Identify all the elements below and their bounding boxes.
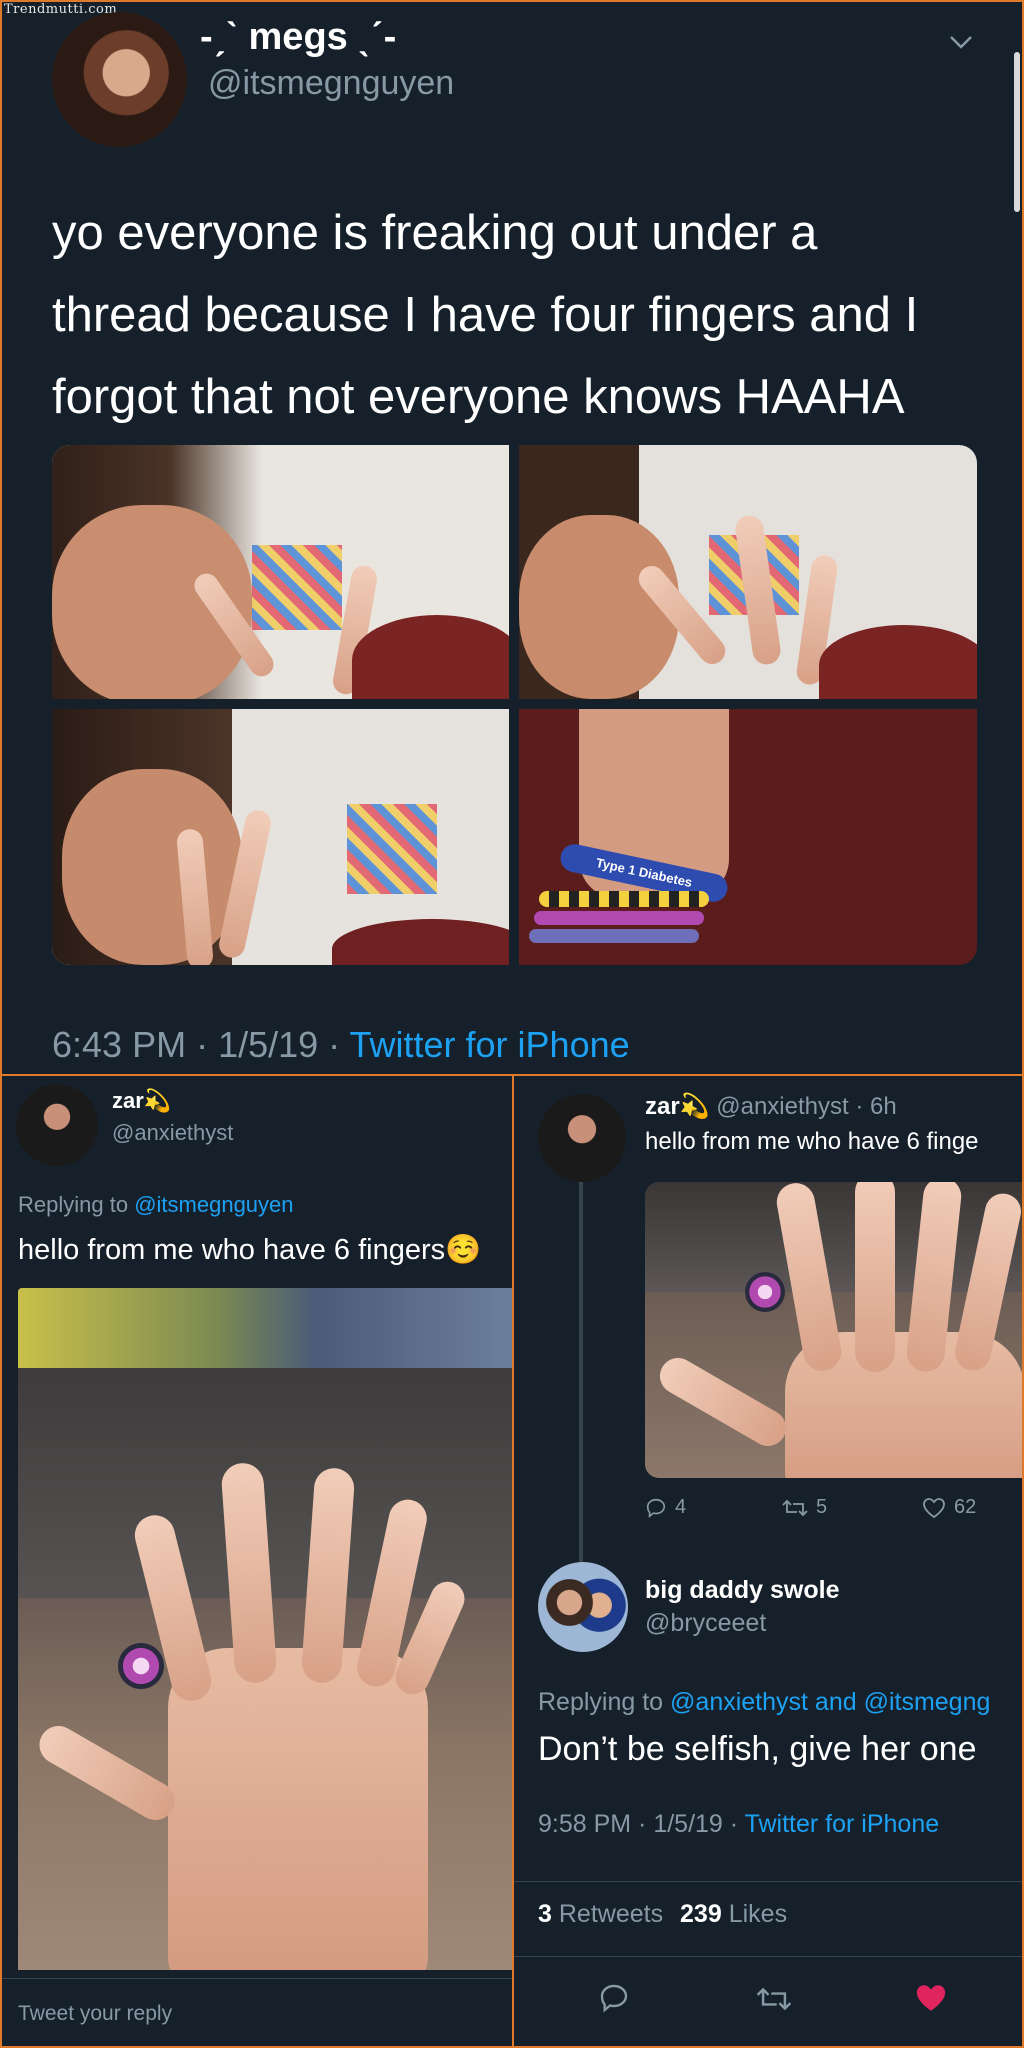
user-handle[interactable]: @itsmegnguyen	[208, 64, 454, 103]
replying-to: Replying to @itsmegnguyen	[18, 1192, 294, 1217]
photo[interactable]: Type 1 Diabetes	[519, 709, 977, 965]
bracelet	[539, 891, 709, 907]
poster	[252, 545, 342, 630]
bracelet	[534, 911, 704, 925]
heart-icon[interactable]	[914, 1982, 948, 2014]
reply-action[interactable]: 4	[645, 1496, 686, 1519]
photo[interactable]	[18, 1288, 512, 1970]
reply-icon	[646, 1498, 666, 1518]
avatar[interactable]	[16, 1084, 98, 1166]
display-name[interactable]: -ˏˋ megs ˎˊ-	[200, 16, 396, 59]
main-tweet: Trendmutti.com -ˏˋ megs ˎˊ- @itsmegnguye…	[0, 0, 1024, 1076]
reply-icon[interactable]	[598, 1982, 630, 2014]
mention-link[interactable]: @itsmegnguyen	[134, 1192, 293, 1217]
likes-count[interactable]: 239	[680, 1900, 722, 1928]
photo[interactable]	[645, 1182, 1022, 1478]
reply-input[interactable]: Tweet your reply	[18, 1996, 498, 2032]
tweet-time: 6:43 PM	[52, 1024, 187, 1065]
mention-link[interactable]: @anxiethyst and @itsmegng	[670, 1688, 990, 1716]
retweet-count: 5	[816, 1496, 828, 1518]
display-name[interactable]: big daddy swole	[645, 1576, 839, 1605]
thread-panel: zar💫 @anxiethyst · 6h hello from me who …	[512, 1074, 1024, 2048]
heart-icon	[923, 1497, 945, 1518]
shirt	[819, 625, 977, 699]
retweet-action[interactable]: 5	[782, 1496, 827, 1519]
divider	[514, 1956, 1022, 1957]
sparkle-emoji: 💫	[679, 1093, 710, 1120]
tweet-text: yo everyone is freaking out under a thre…	[52, 192, 992, 438]
photo[interactable]	[52, 709, 509, 965]
avatar[interactable]	[538, 1094, 626, 1182]
reply-count: 4	[675, 1496, 687, 1518]
tweet-header: zar💫 @anxiethyst · 6h	[645, 1093, 897, 1120]
tweet-text: hello from me who have 6 finge	[645, 1128, 979, 1155]
tweet-age: 6h	[870, 1093, 897, 1120]
retweet-icon	[782, 1499, 808, 1516]
sticker	[118, 1643, 164, 1689]
user-handle[interactable]: @anxiethyst	[716, 1093, 848, 1120]
avatar[interactable]	[538, 1562, 628, 1652]
like-count: 62	[954, 1496, 977, 1518]
finger	[855, 1182, 895, 1372]
dashboard	[645, 1182, 1022, 1292]
engagement-stats: 3 Retweets 239 Likes	[538, 1900, 787, 1929]
photo[interactable]	[519, 445, 977, 699]
photo-grid[interactable]: Type 1 Diabetes	[52, 445, 977, 965]
reply-tweet: zar💫 @anxiethyst Replying to @itsmegnguy…	[0, 1074, 514, 2048]
like-action[interactable]: 62	[922, 1496, 976, 1519]
replying-to: Replying to @anxiethyst and @itsmegng	[538, 1688, 991, 1716]
retweets-count[interactable]: 3	[538, 1900, 552, 1928]
sparkle-emoji: 💫	[143, 1088, 172, 1113]
tweet-source-link[interactable]: Twitter for iPhone	[350, 1024, 630, 1065]
tweet-text-line: thread because I have four fingers and I	[52, 288, 919, 342]
shirt	[332, 919, 509, 965]
tweet-date: 1/5/19	[653, 1810, 723, 1838]
tweet-text: Don’t be selfish, give her one	[538, 1730, 977, 1768]
photo[interactable]	[52, 445, 509, 699]
tweet-text: hello from me who have 6 fingers☺️	[18, 1234, 482, 1266]
tweet-source-link[interactable]: Twitter for iPhone	[745, 1810, 940, 1838]
bracelet	[529, 929, 699, 943]
tweet-text-line: yo everyone is freaking out under a	[52, 206, 818, 260]
poster	[347, 804, 437, 894]
tweet-date: 1/5/19	[218, 1024, 319, 1065]
face	[62, 769, 242, 965]
display-name[interactable]: zar	[645, 1093, 680, 1120]
retweets-label[interactable]: Retweets	[559, 1900, 663, 1928]
likes-label[interactable]: Likes	[729, 1900, 787, 1928]
tweet-meta: 9:58 PM · 1/5/19 · Twitter for iPhone	[538, 1810, 940, 1838]
scrollbar[interactable]	[1014, 52, 1020, 212]
shirt	[352, 615, 509, 699]
divider	[514, 1881, 1022, 1882]
sticker	[745, 1272, 785, 1312]
divider	[2, 1978, 512, 1979]
retweet-icon[interactable]	[756, 1984, 792, 2014]
chevron-down-icon[interactable]	[948, 28, 974, 54]
tweet-meta: 6:43 PM · 1/5/19 · Twitter for iPhone	[52, 1024, 630, 1065]
tweet-time: 9:58 PM	[538, 1810, 632, 1838]
tweet-text-line: forgot that not everyone knows HAAHA	[52, 370, 905, 424]
hand	[168, 1648, 428, 1970]
liked-heart	[916, 1985, 946, 2011]
windshield-view	[18, 1288, 512, 1368]
display-name[interactable]: zar💫	[112, 1088, 171, 1114]
face	[519, 515, 679, 699]
thread-line	[579, 1176, 583, 1616]
user-handle[interactable]: @bryceeet	[645, 1609, 766, 1638]
avatar[interactable]	[52, 12, 187, 147]
user-handle[interactable]: @anxiethyst	[112, 1120, 233, 1146]
